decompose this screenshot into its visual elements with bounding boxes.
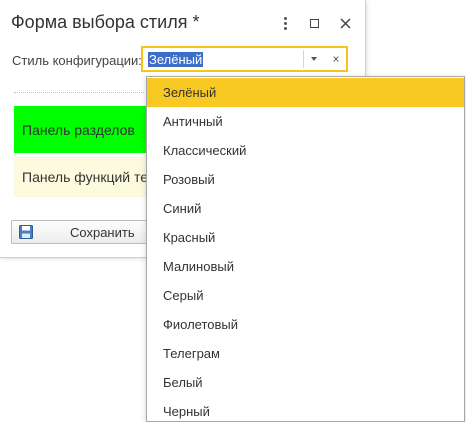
dropdown-item-label: Малиновый — [163, 259, 234, 274]
dropdown-item-label: Классический — [163, 143, 247, 158]
dropdown-item[interactable]: Белый — [147, 368, 464, 397]
dropdown-item[interactable]: Античный — [147, 107, 464, 136]
dropdown-item-label: Телеграм — [163, 346, 220, 361]
dropdown-item-label: Черный — [163, 404, 210, 419]
dropdown-item-label: Серый — [163, 288, 204, 303]
dropdown-item[interactable]: Классический — [147, 136, 464, 165]
dropdown-item-label: Красный — [163, 230, 216, 245]
dropdown-item[interactable]: Зелёный — [147, 78, 464, 107]
dropdown-item-label: Розовый — [163, 172, 215, 187]
dropdown-item[interactable]: Черный — [147, 397, 464, 421]
save-button[interactable]: Сохранить — [11, 220, 151, 244]
sections-panel-preview: Панель разделов — [14, 106, 154, 153]
dropdown-item-label: Фиолетовый — [163, 317, 239, 332]
style-dropdown-list[interactable]: Зелёный Античный Классический Розовый Синий К… — [146, 76, 465, 422]
functions-panel-preview: Панель функций тек — [14, 157, 154, 197]
dropdown-item[interactable]: Фиолетовый — [147, 310, 464, 339]
save-button-label: Сохранить — [70, 225, 135, 240]
window-title: Форма выбора стиля * — [11, 12, 200, 32]
dropdown-arrow-icon[interactable] — [303, 50, 324, 68]
dropdown-item-label: Синий — [163, 201, 202, 216]
maximize-icon[interactable] — [305, 14, 323, 32]
sections-panel-label: Панель разделов — [22, 122, 135, 138]
dropdown-item[interactable]: Телеграм — [147, 339, 464, 368]
style-combobox[interactable]: Зелёный × — [141, 46, 348, 72]
dropdown-item[interactable]: Серый — [147, 281, 464, 310]
close-icon[interactable] — [336, 14, 354, 32]
obscured-row — [14, 92, 144, 99]
dropdown-item[interactable]: Красный — [147, 223, 464, 252]
functions-panel-label: Панель функций тек — [22, 169, 154, 185]
dropdown-item[interactable]: Розовый — [147, 165, 464, 194]
dropdown-item-label: Белый — [163, 375, 203, 390]
more-icon[interactable] — [276, 14, 294, 32]
style-combobox-value[interactable]: Зелёный — [148, 52, 204, 67]
clear-icon[interactable]: × — [327, 50, 345, 68]
save-icon — [19, 225, 33, 239]
dropdown-item-label: Зелёный — [163, 85, 217, 100]
style-field-label: Стиль конфигурации: — [12, 53, 142, 68]
dropdown-item[interactable]: Синий — [147, 194, 464, 223]
dropdown-item[interactable]: Малиновый — [147, 252, 464, 281]
dropdown-item-label: Античный — [163, 114, 223, 129]
